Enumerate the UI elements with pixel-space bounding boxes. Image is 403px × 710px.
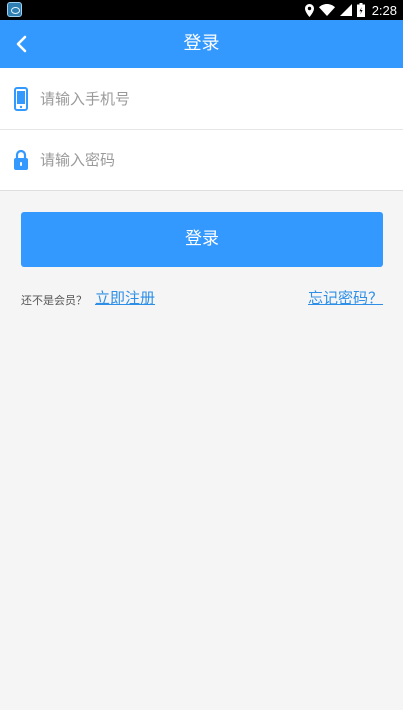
login-button[interactable]: 登录 xyxy=(21,212,383,267)
location-icon xyxy=(304,3,314,17)
account-links: 还不是会员？ 立即注册 忘记密码？ xyxy=(21,286,383,310)
phone-row xyxy=(0,68,403,129)
signal-icon xyxy=(339,4,352,16)
forgot-password-link[interactable]: 忘记密码？ xyxy=(308,287,383,308)
phone-input[interactable] xyxy=(40,78,403,119)
app-bar: 登录 xyxy=(0,20,403,68)
not-member-label: 还不是会员？ xyxy=(21,294,87,307)
wifi-icon xyxy=(318,4,335,16)
password-row xyxy=(0,129,403,190)
page-title: 登录 xyxy=(183,33,220,54)
app-icon xyxy=(7,2,22,17)
lock-icon xyxy=(0,149,40,171)
login-form xyxy=(0,68,403,191)
status-icons: 2:28 xyxy=(304,0,397,20)
register-link[interactable]: 立即注册 xyxy=(95,287,155,308)
password-input[interactable] xyxy=(40,140,403,180)
status-time: 2:28 xyxy=(371,2,397,18)
battery-icon xyxy=(356,3,365,17)
status-bar: 2:28 xyxy=(0,0,403,20)
phone-icon xyxy=(0,86,40,111)
